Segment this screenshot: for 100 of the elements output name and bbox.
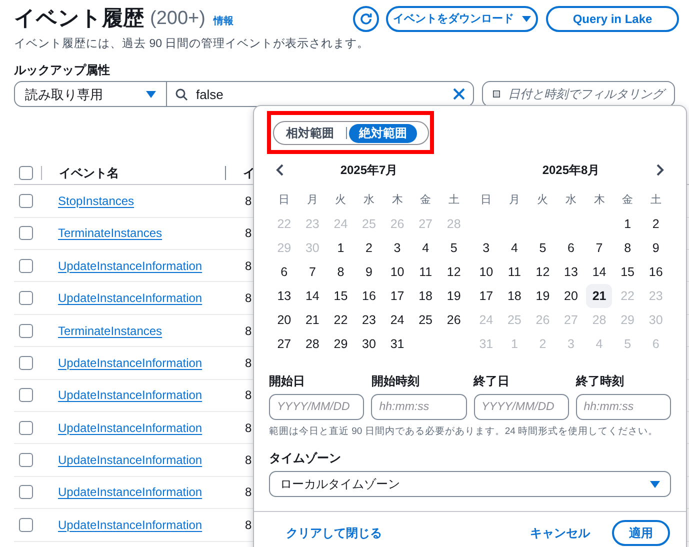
checkbox[interactable]: [19, 226, 33, 240]
query-button[interactable]: Query in Lake: [546, 6, 679, 32]
calendar-day[interactable]: 18: [501, 284, 528, 308]
apply-button[interactable]: 適用: [612, 520, 670, 546]
calendar-day[interactable]: 16: [642, 260, 669, 284]
clear-icon[interactable]: [453, 88, 465, 100]
calendar-day[interactable]: 15: [614, 260, 641, 284]
calendar-day[interactable]: 22: [328, 308, 354, 332]
refresh-button[interactable]: [353, 6, 379, 32]
calendar-day[interactable]: 5: [440, 236, 467, 260]
month-title: 2025年8月: [542, 162, 600, 179]
page-title: イベント履歴: [14, 6, 144, 32]
calendar-day[interactable]: 3: [384, 236, 410, 260]
column-header[interactable]: イ: [243, 164, 255, 182]
calendar-day[interactable]: 8: [614, 236, 641, 260]
calendar-day[interactable]: 27: [271, 332, 298, 356]
info-link[interactable]: 情報: [213, 14, 234, 28]
calendar-day[interactable]: 25: [412, 308, 439, 332]
event-link[interactable]: UpdateInstanceInformation: [58, 516, 245, 534]
checkbox[interactable]: [19, 485, 33, 500]
event-link[interactable]: UpdateInstanceInformation: [58, 354, 245, 372]
previous-month-icon[interactable]: [276, 164, 284, 176]
calendar-day[interactable]: 1: [614, 212, 641, 236]
calendar-day[interactable]: 13: [271, 284, 298, 308]
calendar-day[interactable]: 16: [356, 284, 382, 308]
calendar-day[interactable]: 12: [530, 260, 556, 284]
calendar-day[interactable]: 9: [642, 236, 669, 260]
calendar-day[interactable]: 20: [558, 284, 584, 308]
checkbox[interactable]: [19, 291, 33, 306]
event-link[interactable]: StopInstances: [58, 192, 245, 210]
calendar-day[interactable]: 6: [558, 236, 584, 260]
calendar-day[interactable]: 28: [299, 332, 326, 356]
attribute-select[interactable]: 読み取り専用: [14, 81, 167, 108]
calendar-day[interactable]: 13: [558, 260, 584, 284]
input-field[interactable]: hh:mm:ss: [371, 394, 466, 420]
calendar-day[interactable]: 19: [440, 284, 467, 308]
calendar-day[interactable]: 4: [412, 236, 439, 260]
calendar-day[interactable]: 14: [586, 260, 612, 284]
cancel-button[interactable]: キャンセル: [530, 524, 590, 542]
checkbox[interactable]: [19, 420, 33, 435]
timezone-select[interactable]: ローカルタイムゾーン: [269, 471, 671, 498]
calendar-day[interactable]: 19: [530, 284, 556, 308]
table-cell-text: 8: [245, 258, 252, 275]
calendar-day[interactable]: 10: [384, 260, 410, 284]
checkbox[interactable]: [19, 194, 33, 208]
input-field[interactable]: YYYY/MM/DD: [474, 394, 569, 420]
checkbox[interactable]: [19, 453, 33, 468]
clear-button[interactable]: クリアして閉じる: [270, 524, 398, 542]
event-link[interactable]: UpdateInstanceInformation: [58, 418, 245, 437]
event-link[interactable]: UpdateInstanceInformation: [58, 483, 245, 502]
event-link[interactable]: TerminateInstances: [58, 322, 245, 340]
calendar-day[interactable]: 30: [356, 332, 382, 356]
calendar-day[interactable]: 2: [356, 236, 382, 260]
column-header[interactable]: イベント名: [59, 164, 225, 182]
input-field[interactable]: hh:mm:ss: [576, 394, 671, 420]
calendar-day[interactable]: 9: [356, 260, 382, 284]
calendar-day[interactable]: 8: [328, 260, 354, 284]
event-link[interactable]: UpdateInstanceInformation: [58, 256, 245, 275]
event-link[interactable]: UpdateInstanceInformation: [58, 386, 245, 404]
calendar-day[interactable]: 7: [586, 236, 612, 260]
calendar-day[interactable]: 20: [271, 308, 298, 332]
table-cell-text: 8: [245, 516, 252, 534]
calendar-day[interactable]: 11: [501, 260, 528, 284]
calendar-day[interactable]: 14: [299, 284, 326, 308]
event-link[interactable]: UpdateInstanceInformation: [58, 289, 245, 308]
mode-tab[interactable]: 相対範囲: [276, 124, 344, 142]
checkbox[interactable]: [19, 388, 33, 402]
next-month-icon[interactable]: [656, 164, 664, 176]
checkbox[interactable]: [19, 356, 33, 370]
input-field[interactable]: YYYY/MM/DD: [269, 394, 364, 420]
calendar-day[interactable]: 31: [384, 332, 410, 356]
calendar-day[interactable]: 11: [412, 260, 439, 284]
calendar-day[interactable]: 17: [384, 284, 410, 308]
calendar-day[interactable]: 10: [473, 260, 500, 284]
mode-tab[interactable]: 絶対範囲: [349, 124, 417, 142]
calendar-day[interactable]: 18: [412, 284, 439, 308]
calendar-day[interactable]: 21: [299, 308, 326, 332]
checkbox[interactable]: [19, 166, 33, 180]
calendar-day[interactable]: 5: [530, 236, 556, 260]
calendar-day[interactable]: 7: [299, 260, 326, 284]
event-link[interactable]: UpdateInstanceInformation: [58, 451, 245, 470]
checkbox[interactable]: [19, 518, 33, 532]
calendar-day[interactable]: 26: [440, 308, 467, 332]
calendar-day[interactable]: 6: [271, 260, 298, 284]
checkbox[interactable]: [19, 258, 33, 273]
checkbox[interactable]: [19, 324, 33, 338]
weekday-label: 火: [334, 192, 348, 208]
calendar-day[interactable]: 12: [440, 260, 467, 284]
calendar-day[interactable]: 1: [328, 236, 354, 260]
calendar-day[interactable]: 15: [328, 284, 354, 308]
calendar-day[interactable]: 3: [473, 236, 500, 260]
calendar-day[interactable]: 21: [586, 284, 612, 308]
download-button[interactable]: イベントをダウンロード: [386, 6, 538, 32]
calendar-day[interactable]: 24: [384, 308, 410, 332]
calendar-day[interactable]: 4: [501, 236, 528, 260]
event-link[interactable]: TerminateInstances: [58, 224, 245, 242]
calendar-day[interactable]: 17: [473, 284, 500, 308]
calendar-day[interactable]: 29: [328, 332, 354, 356]
calendar-day[interactable]: 2: [642, 212, 669, 236]
calendar-day[interactable]: 23: [356, 308, 382, 332]
